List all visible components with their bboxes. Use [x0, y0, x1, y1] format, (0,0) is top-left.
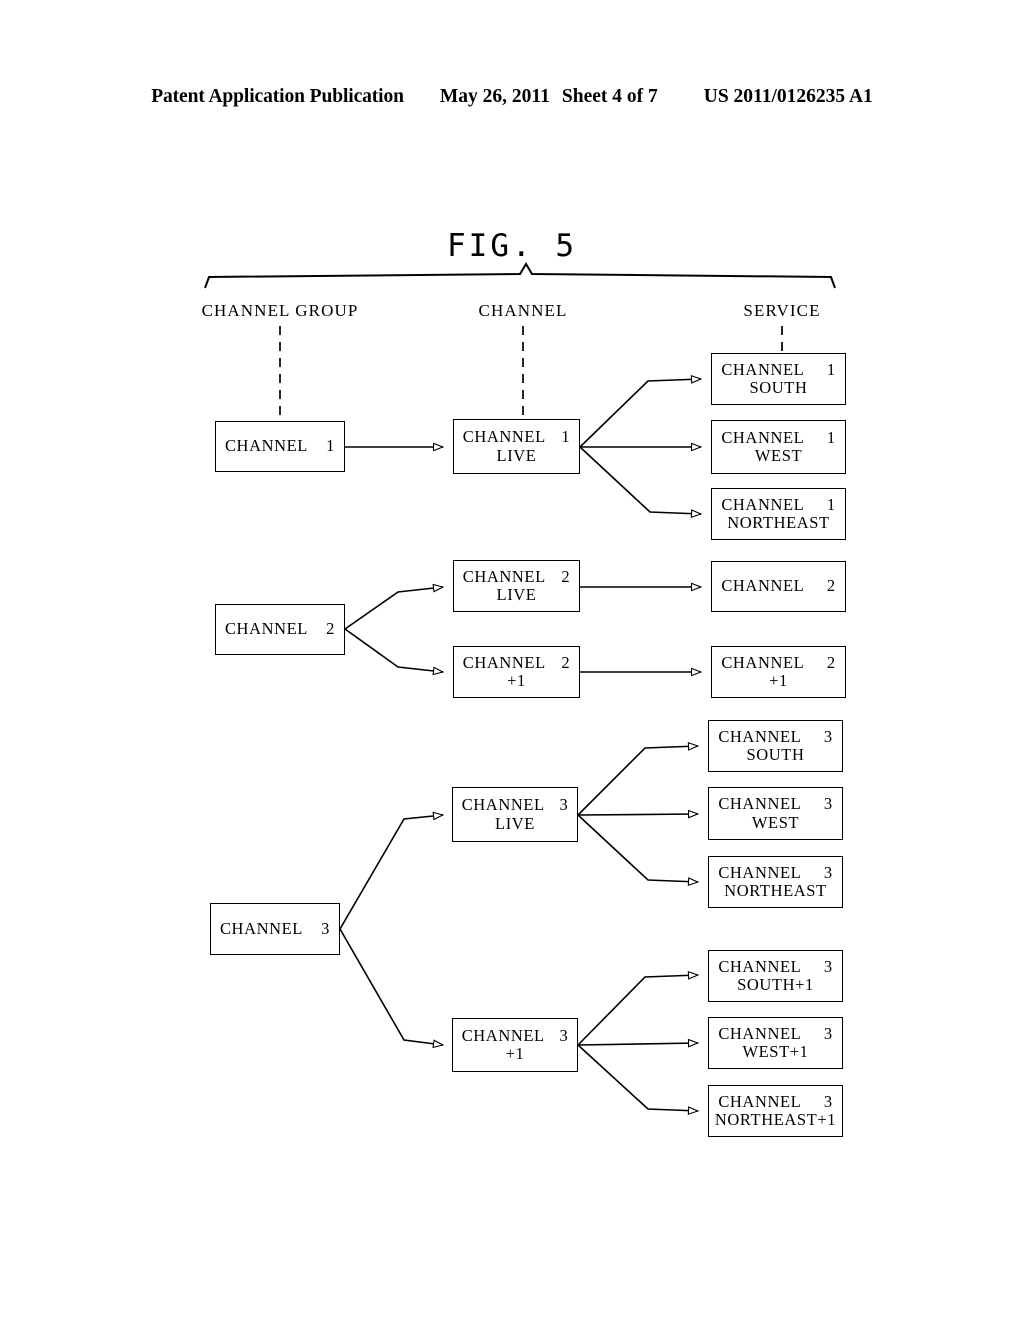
node-sublabel: WEST+1: [742, 1042, 809, 1061]
connector-c3live-to-s3south: [577, 746, 698, 816]
node-sublabel: SOUTH+1: [737, 975, 814, 994]
node-sublabel: SOUTH: [746, 745, 805, 764]
node-label: CHANNEL: [718, 1091, 802, 1111]
node-number: 1: [326, 436, 336, 456]
node-service-channel-1-south[interactable]: CHANNEL 1 SOUTH: [711, 353, 846, 405]
node-label: CHANNEL: [721, 427, 805, 447]
connector-c3plus-to-s3westp: [577, 1043, 698, 1045]
node-number: 3: [823, 726, 833, 746]
node-sublabel: LIVE: [495, 813, 535, 833]
node-number: 3: [823, 1023, 833, 1043]
node-sublabel: SOUTH: [749, 378, 808, 397]
node-channel-group-1[interactable]: CHANNEL 1: [215, 421, 345, 472]
node-sublabel: +1: [505, 1044, 525, 1063]
node-label: CHANNEL: [219, 918, 303, 938]
node-sublabel: NORTHEAST+1: [714, 1110, 837, 1129]
node-label: CHANNEL: [462, 566, 546, 586]
node-number: 1: [561, 427, 571, 447]
node-sublabel: LIVE: [496, 445, 537, 465]
node-service-channel-3-west[interactable]: CHANNEL 3 WEST: [708, 787, 843, 840]
connector-g2-to-c2plus: [344, 628, 443, 672]
node-label: CHANNEL: [718, 794, 802, 814]
connector-c3plus-to-s3southp: [577, 975, 698, 1046]
node-sublabel: WEST: [754, 446, 803, 465]
node-label: CHANNEL: [721, 652, 805, 672]
node-label: CHANNEL: [461, 795, 545, 815]
node-channel-group-3[interactable]: CHANNEL 3: [210, 903, 340, 955]
node-label: CHANNEL: [718, 726, 802, 746]
connector-g3-to-c3plus: [339, 928, 443, 1045]
node-service-channel-2[interactable]: CHANNEL 2: [711, 561, 846, 612]
node-label: CHANNEL: [721, 494, 805, 514]
node-label: CHANNEL: [462, 652, 546, 672]
node-number: 2: [326, 619, 336, 639]
node-label: CHANNEL: [462, 427, 546, 447]
node-channel-2-plus-one[interactable]: CHANNEL 2 +1: [453, 646, 580, 698]
node-sublabel: NORTHEAST: [727, 513, 830, 532]
node-service-channel-3-northeast-plus-one[interactable]: CHANNEL 3 NORTHEAST+1: [708, 1085, 843, 1137]
column-header-channel-group: CHANNEL GROUP: [201, 301, 359, 320]
node-label: CHANNEL: [224, 436, 308, 456]
node-label: CHANNEL: [721, 576, 805, 596]
node-number: 3: [559, 1025, 569, 1045]
connector-c3live-to-s3west: [577, 814, 698, 815]
node-label: CHANNEL: [718, 956, 802, 976]
node-number: 3: [321, 918, 331, 938]
node-service-channel-2-plus-one[interactable]: CHANNEL 2 +1: [711, 646, 846, 698]
node-number: 1: [826, 359, 836, 379]
node-number: 2: [826, 652, 836, 672]
node-service-channel-3-northeast[interactable]: CHANNEL 3 NORTHEAST: [708, 856, 843, 908]
node-label: CHANNEL: [224, 619, 308, 639]
connector-g2-to-c2live: [344, 587, 443, 630]
node-sublabel: LIVE: [496, 585, 537, 604]
node-service-channel-1-west[interactable]: CHANNEL 1 WEST: [711, 420, 846, 474]
node-number: 2: [561, 652, 571, 672]
node-sublabel: +1: [507, 671, 526, 690]
node-channel-3-live[interactable]: CHANNEL 3 LIVE: [452, 787, 578, 842]
node-channel-group-2[interactable]: CHANNEL 2: [215, 604, 345, 655]
connector-c1live-to-s1ne: [579, 446, 701, 514]
node-label: CHANNEL: [718, 862, 802, 882]
node-number: 3: [823, 794, 833, 814]
node-label: CHANNEL: [461, 1025, 545, 1045]
connector-c3live-to-s3ne: [577, 814, 698, 882]
column-header-channel: CHANNEL: [478, 301, 568, 320]
node-number: 2: [826, 576, 836, 596]
node-sublabel: WEST: [751, 812, 800, 832]
node-channel-3-plus-one[interactable]: CHANNEL 3 +1: [452, 1018, 578, 1072]
column-header-service: SERVICE: [743, 301, 821, 320]
node-label: CHANNEL: [718, 1023, 802, 1043]
connector-g3-to-c3live: [339, 815, 443, 930]
node-service-channel-3-south[interactable]: CHANNEL 3 SOUTH: [708, 720, 843, 772]
figure-brace: [204, 262, 836, 289]
node-service-channel-3-west-plus-one[interactable]: CHANNEL 3 WEST+1: [708, 1017, 843, 1069]
node-number: 3: [823, 956, 833, 976]
node-number: 2: [561, 566, 571, 586]
node-number: 3: [559, 795, 569, 815]
node-label: CHANNEL: [721, 359, 805, 379]
node-channel-1-live[interactable]: CHANNEL 1 LIVE: [453, 419, 580, 474]
node-channel-2-live[interactable]: CHANNEL 2 LIVE: [453, 560, 580, 612]
node-number: 1: [826, 427, 836, 447]
node-number: 3: [823, 862, 833, 882]
connector-c3plus-to-s3nep: [577, 1044, 698, 1111]
node-number: 3: [823, 1091, 833, 1111]
node-number: 1: [826, 494, 836, 514]
node-service-channel-3-south-plus-one[interactable]: CHANNEL 3 SOUTH+1: [708, 950, 843, 1002]
node-sublabel: NORTHEAST: [724, 881, 827, 900]
node-service-channel-1-northeast[interactable]: CHANNEL 1 NORTHEAST: [711, 488, 846, 540]
node-sublabel: +1: [769, 671, 788, 690]
connector-c1live-to-s1south: [579, 379, 701, 448]
